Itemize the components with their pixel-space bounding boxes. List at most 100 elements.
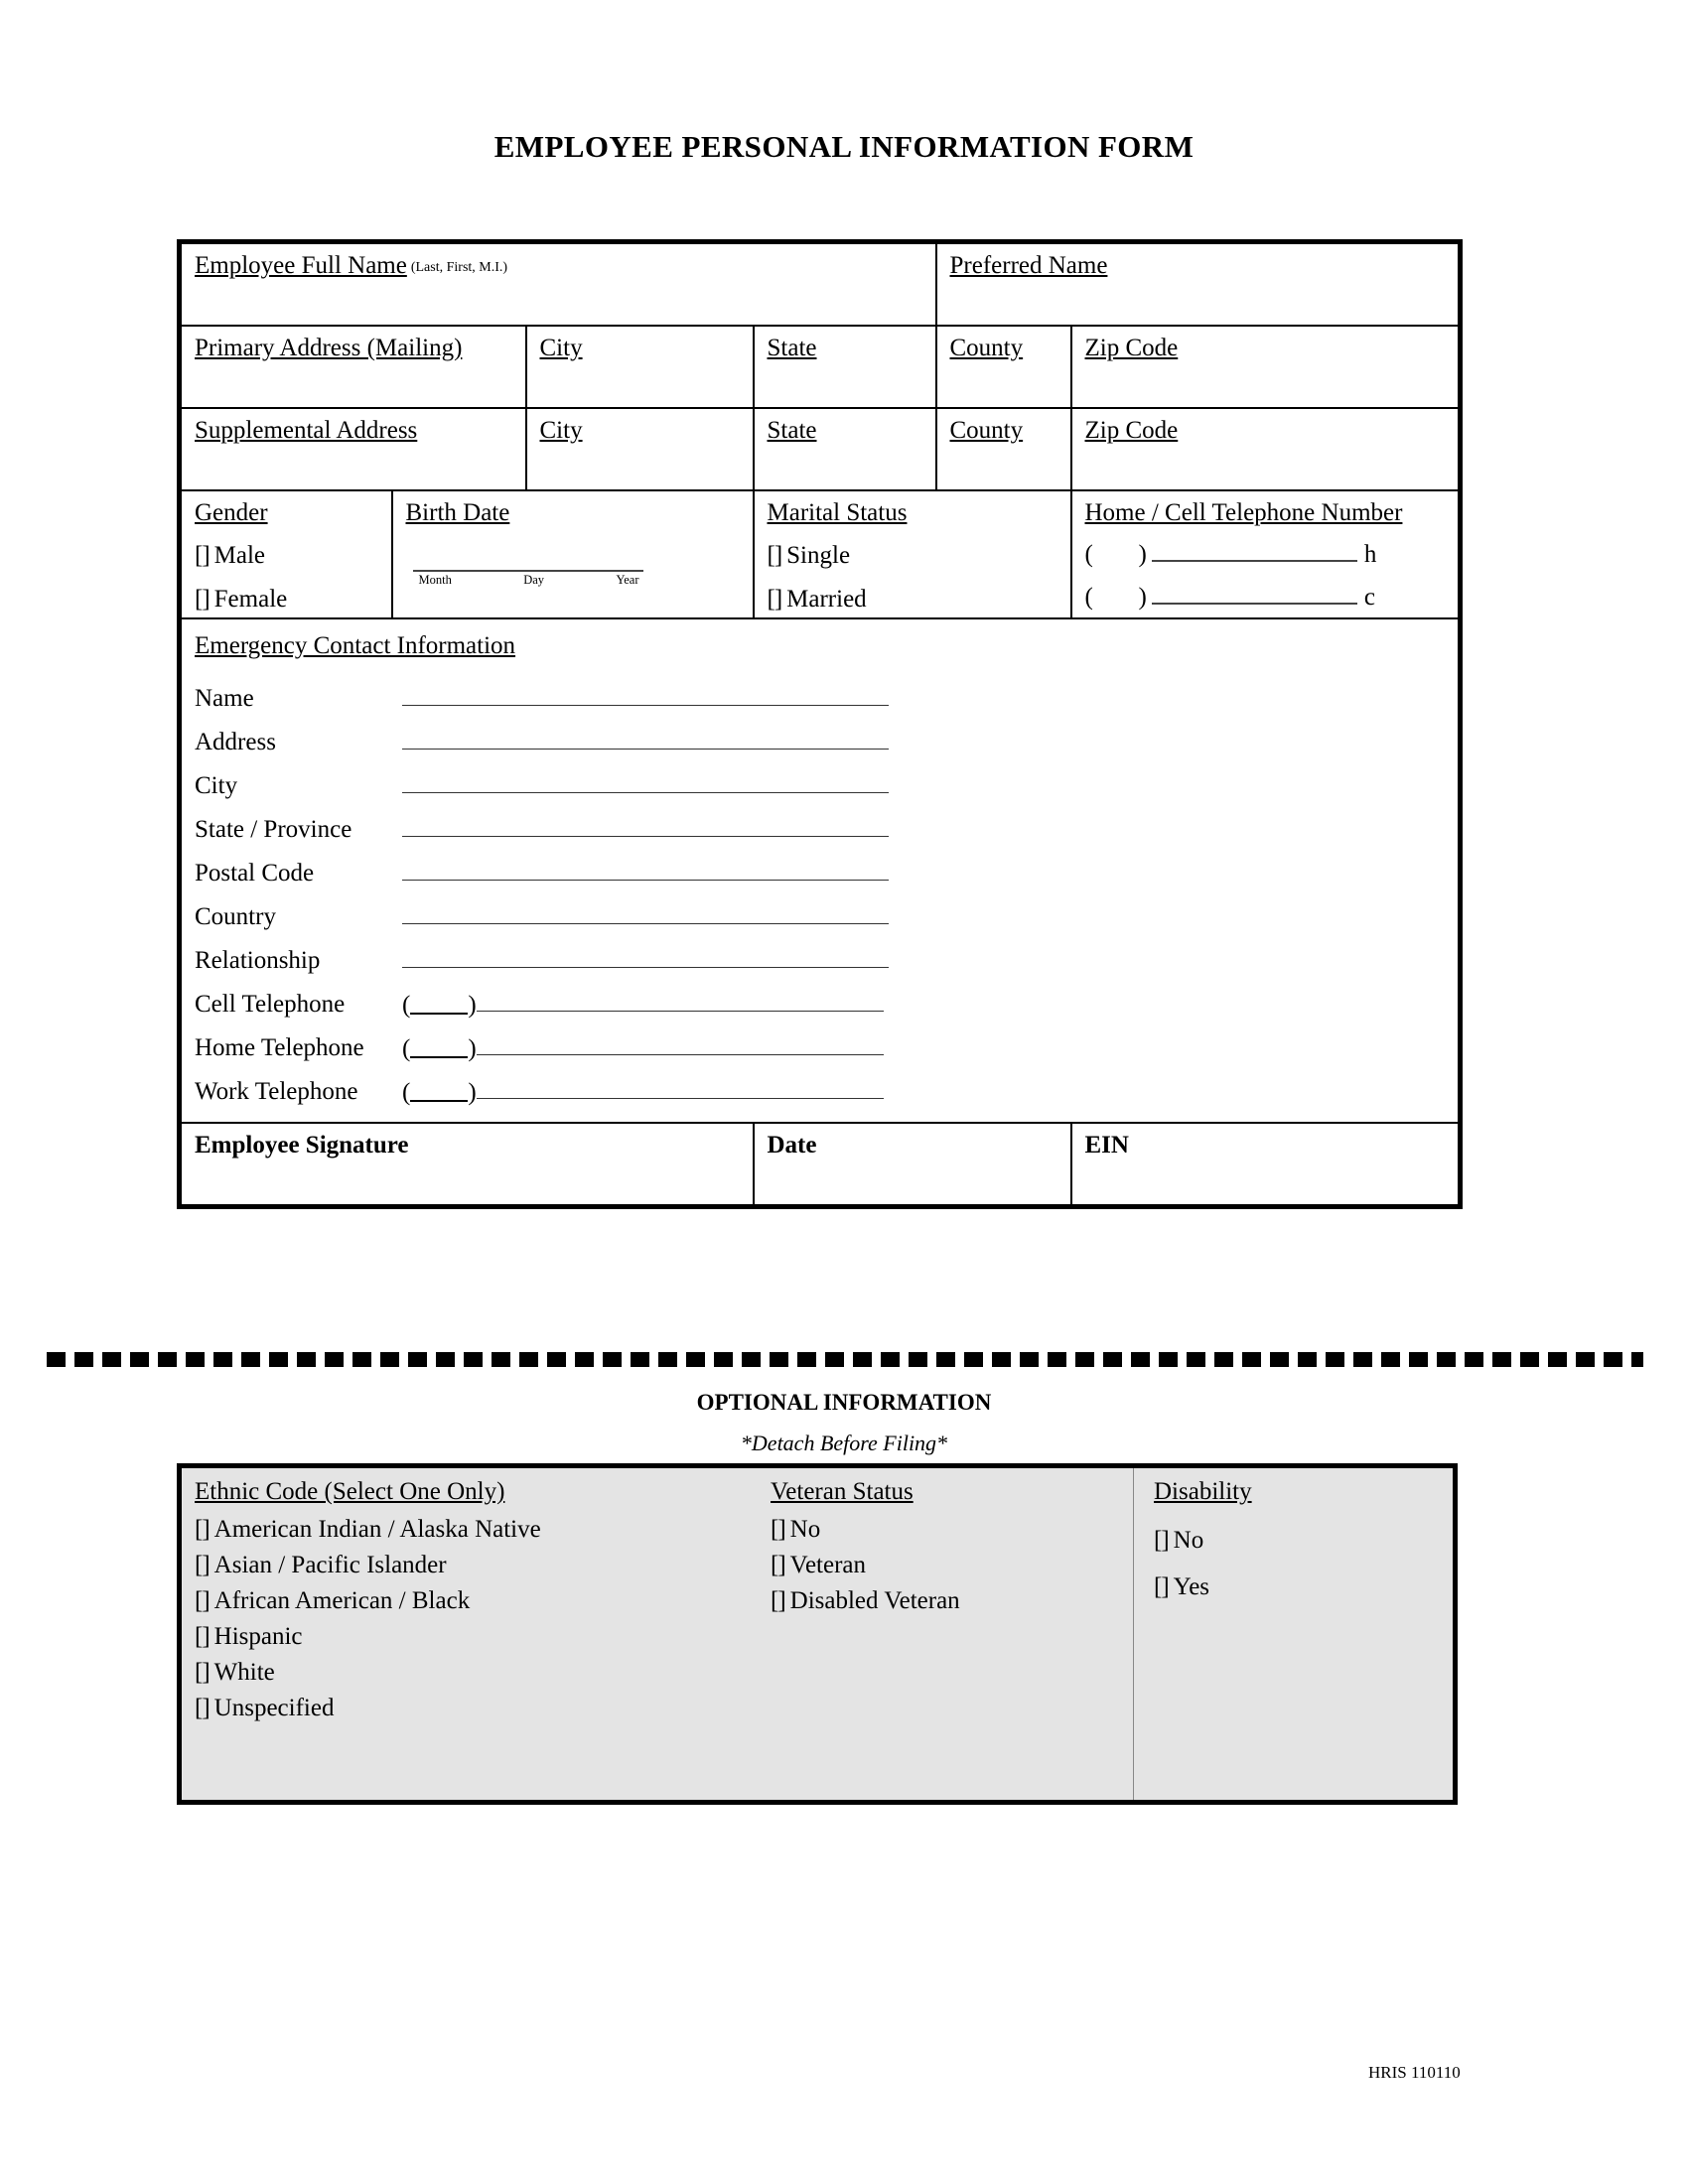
primary-zip-cell[interactable]: Zip Code: [1069, 325, 1464, 409]
ethnic-option-hispanic[interactable]: [] Hispanic: [195, 1624, 758, 1649]
supplemental-zip-cell[interactable]: Zip Code: [1069, 407, 1464, 491]
ethnic-option-unspecified-label: Unspecified: [213, 1695, 335, 1721]
veteran-option-disabled-veteran[interactable]: [] Disabled Veteran: [771, 1588, 1133, 1613]
home-telephone-input[interactable]: ( ) h: [1084, 541, 1459, 569]
ethnic-option-asian-pacific[interactable]: [] Asian / Pacific Islander: [195, 1553, 758, 1577]
ethnic-option-american-indian[interactable]: [] American Indian / Alaska Native: [195, 1517, 758, 1542]
emergency-field-city-line: [402, 772, 889, 794]
emergency-field-postal-code[interactable]: Postal Code: [195, 860, 1458, 903]
emergency-field-country-line: [402, 903, 889, 925]
gender-cell: Gender [] Male [] Female: [177, 489, 393, 619]
disability-option-yes[interactable]: [] Yes: [1154, 1574, 1453, 1599]
birth-date-year-label: Year: [616, 573, 639, 588]
supplemental-state-cell[interactable]: State: [752, 407, 937, 491]
table-row-names: Employee Full Name (Last, First, M.I.) Pr…: [177, 239, 1464, 327]
emergency-field-relationship-line: [402, 947, 889, 969]
employee-signature-cell[interactable]: Employee Signature: [177, 1122, 755, 1210]
signature-date-label: Date: [767, 1132, 817, 1160]
supplemental-city-cell[interactable]: City: [524, 407, 755, 491]
emergency-work-area-code[interactable]: (): [402, 1080, 477, 1106]
marital-option-married-label: Married: [786, 585, 867, 613]
preferred-name-cell[interactable]: Preferred Name: [934, 239, 1464, 327]
emergency-cell-telephone-line: [476, 991, 884, 1013]
ethnic-option-unspecified[interactable]: [] Unspecified: [195, 1696, 758, 1720]
ethnic-option-african-american[interactable]: [] African American / Black: [195, 1588, 758, 1613]
ein-cell[interactable]: EIN: [1069, 1122, 1464, 1210]
preferred-name-label: Preferred Name: [949, 252, 1108, 279]
table-row-signature: Employee Signature Date EIN: [177, 1122, 1464, 1210]
emergency-field-country[interactable]: Country: [195, 903, 1458, 947]
ethnic-option-african-american-label: African American / Black: [213, 1587, 471, 1614]
footer-document-code: HRIS 110110: [1368, 2063, 1461, 2082]
table-row-emergency-contact: Emergency Contact Information Name Addre…: [176, 616, 1464, 1125]
ethnic-option-american-indian-label: American Indian / Alaska Native: [213, 1516, 541, 1543]
emergency-field-state-label: State / Province: [195, 816, 352, 844]
home-telephone-line: [1151, 543, 1357, 563]
veteran-status-heading: Veteran Status: [771, 1478, 914, 1505]
emergency-field-work-telephone[interactable]: Work Telephone (): [195, 1078, 1458, 1122]
emergency-field-address[interactable]: Address: [195, 729, 1458, 772]
optional-information-box: Ethnic Code (Select One Only) [] American…: [177, 1463, 1458, 1805]
veteran-option-veteran-label: Veteran: [789, 1552, 866, 1578]
signature-date-cell[interactable]: Date: [752, 1122, 1072, 1210]
marital-option-single[interactable]: [] Single: [768, 543, 1070, 569]
disability-option-yes-label: Yes: [1173, 1573, 1210, 1600]
emergency-field-home-telephone[interactable]: Home Telephone (): [195, 1034, 1458, 1078]
checkbox-icon: []: [195, 1552, 211, 1578]
supplemental-county-cell[interactable]: County: [934, 407, 1072, 491]
supplemental-address-label: Supplemental Address: [195, 417, 418, 444]
emergency-field-postal-code-line: [402, 860, 889, 882]
primary-county-cell[interactable]: County: [934, 325, 1072, 409]
veteran-option-no[interactable]: [] No: [771, 1517, 1133, 1542]
emergency-field-city[interactable]: City: [195, 772, 1458, 816]
emergency-contact-fields: Name Address City State / Province Posta…: [195, 685, 1458, 1122]
gender-option-male[interactable]: [] Male: [195, 543, 391, 569]
checkbox-icon: []: [195, 1659, 211, 1686]
paren-open: (: [402, 1079, 411, 1107]
checkbox-icon: []: [771, 1552, 786, 1578]
birth-date-cell[interactable]: Birth Date Month Day Year: [390, 489, 755, 619]
gender-option-female[interactable]: [] Female: [195, 586, 391, 613]
emergency-field-postal-code-label: Postal Code: [195, 860, 315, 887]
ethnic-code-heading: Ethnic Code (Select One Only): [195, 1478, 505, 1505]
veteran-option-no-label: No: [789, 1516, 821, 1543]
full-name-cell[interactable]: Employee Full Name (Last, First, M.I.): [177, 239, 937, 327]
supplemental-state-label: State: [767, 417, 817, 444]
emergency-contact-heading: Emergency Contact Information: [195, 632, 516, 659]
telephone-label: Home / Cell Telephone Number: [1084, 499, 1403, 526]
paren-close: ): [1138, 583, 1147, 611]
primary-state-cell[interactable]: State: [752, 325, 937, 409]
primary-county-label: County: [949, 335, 1024, 361]
primary-address-cell[interactable]: Primary Address (Mailing): [177, 325, 527, 409]
paren-open: (: [1084, 583, 1093, 611]
ethnic-option-hispanic-label: Hispanic: [213, 1623, 303, 1650]
marital-option-married[interactable]: [] Married: [768, 585, 1070, 613]
emergency-field-cell-telephone[interactable]: Cell Telephone (): [195, 991, 1458, 1034]
emergency-field-relationship[interactable]: Relationship: [195, 947, 1458, 991]
veteran-option-disabled-veteran-label: Disabled Veteran: [789, 1587, 960, 1614]
paren-close: ): [1138, 541, 1147, 569]
birth-date-input-group[interactable]: Month Day Year: [412, 570, 643, 588]
veteran-option-veteran[interactable]: [] Veteran: [771, 1553, 1133, 1577]
detach-before-filing-note: *Detach Before Filing*: [740, 1431, 948, 1455]
ethnic-option-white-label: White: [213, 1659, 275, 1686]
cell-telephone-input[interactable]: ( ) c: [1084, 583, 1459, 611]
emergency-field-address-line: [402, 729, 889, 751]
supplemental-address-cell[interactable]: Supplemental Address: [177, 407, 527, 491]
gender-label: Gender: [195, 499, 268, 526]
checkbox-icon: []: [195, 1516, 211, 1543]
emergency-field-name-label: Name: [195, 685, 254, 713]
emergency-field-state[interactable]: State / Province: [195, 816, 1458, 860]
birth-date-day-label: Day: [523, 573, 545, 588]
home-cell-telephone-cell: Home / Cell Telephone Number ( ) h ( ) c: [1069, 489, 1464, 619]
birth-date-label: Birth Date: [405, 499, 510, 526]
checkbox-icon: []: [1154, 1573, 1170, 1600]
disability-option-no[interactable]: [] No: [1154, 1528, 1453, 1553]
paren-open: (: [1084, 541, 1093, 569]
emergency-cell-area-code[interactable]: (): [402, 993, 477, 1019]
emergency-home-area-code[interactable]: (): [402, 1036, 477, 1062]
emergency-field-name[interactable]: Name: [195, 685, 1458, 729]
primary-city-cell[interactable]: City: [524, 325, 755, 409]
ethnic-option-white[interactable]: [] White: [195, 1660, 758, 1685]
emergency-field-relationship-label: Relationship: [195, 947, 321, 975]
